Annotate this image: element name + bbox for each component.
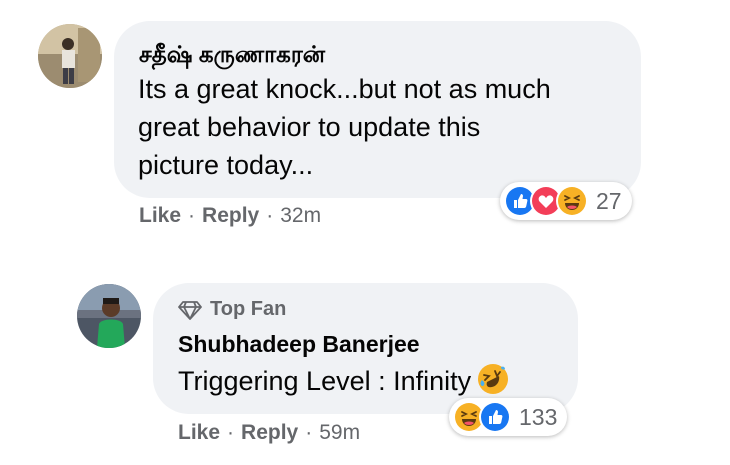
- comment-text: Its a great knock...but not as much grea…: [138, 70, 551, 184]
- reply-button[interactable]: Reply: [241, 421, 298, 445]
- comment-text-line: Triggering Level : Infinity: [178, 366, 472, 396]
- avatar[interactable]: [77, 284, 141, 348]
- comment-text-line: great behavior to update this: [138, 112, 481, 142]
- avatar[interactable]: [38, 24, 102, 88]
- separator-dot: ·: [266, 204, 274, 227]
- comment-actions: Like · Reply · 59m: [178, 421, 360, 445]
- comments-thread: சதீஷ் கருணாகரன் Its a great knock...but …: [0, 0, 730, 465]
- reply-button[interactable]: Reply: [202, 204, 259, 228]
- separator-dot: ·: [188, 204, 196, 227]
- top-fan-badge[interactable]: Top Fan: [178, 298, 286, 321]
- separator-dot: ·: [227, 421, 235, 444]
- reaction-count: 133: [519, 403, 558, 430]
- haha-icon: [556, 185, 588, 217]
- diamond-icon: [178, 300, 202, 320]
- comment-timestamp[interactable]: 59m: [319, 421, 360, 445]
- comment-text-line: Its a great knock...but not as much: [138, 74, 551, 104]
- reactions-summary[interactable]: 27: [500, 182, 632, 220]
- comment-author[interactable]: சதீஷ் கருணாகரன்: [139, 41, 325, 71]
- comment-author[interactable]: Shubhadeep Banerjee: [178, 331, 420, 358]
- comment-timestamp[interactable]: 32m: [280, 204, 321, 228]
- comment-text: Triggering Level : Infinity: [178, 362, 509, 405]
- separator-dot: ·: [305, 421, 313, 444]
- top-fan-label: Top Fan: [210, 298, 287, 320]
- like-button[interactable]: Like: [139, 204, 181, 228]
- like-icon: [479, 401, 511, 433]
- reaction-count: 27: [596, 187, 622, 214]
- comment-actions: Like · Reply · 32m: [139, 204, 321, 228]
- like-button[interactable]: Like: [178, 421, 220, 445]
- reactions-summary[interactable]: 133: [449, 398, 568, 436]
- comment-text-line: picture today...: [138, 150, 314, 180]
